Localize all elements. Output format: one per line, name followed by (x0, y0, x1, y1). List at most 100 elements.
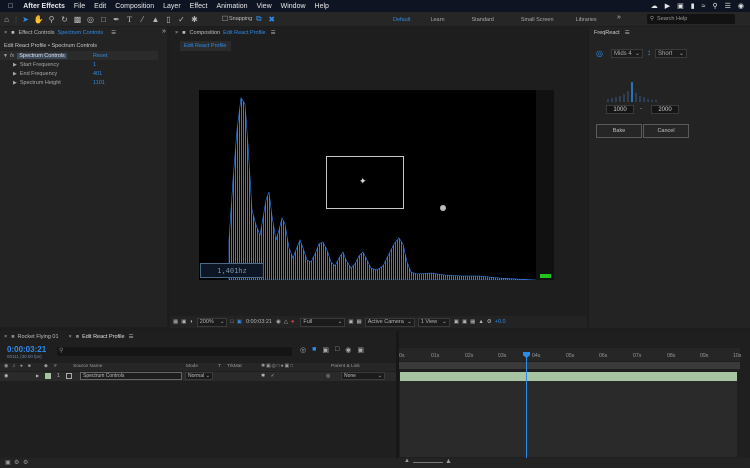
camera-tool-icon[interactable]: ▩ (71, 13, 84, 25)
screen-icon[interactable]: ▣ (677, 2, 684, 10)
safe-zones-icon[interactable]: ▣ (181, 319, 186, 325)
layer-search-input[interactable]: ⚲ (57, 347, 292, 356)
column-source-name[interactable]: Source Name (73, 364, 102, 369)
pickwhip-icon[interactable]: ◎ (326, 373, 330, 379)
zoom-dropdown[interactable]: 200% ⌄ (196, 317, 228, 327)
menu-edit[interactable]: Edit (94, 3, 106, 10)
rectangle-tool-icon[interactable]: □ (97, 13, 110, 25)
band-dropdown[interactable]: Mids 4 ⌄ (611, 49, 643, 58)
menu-window[interactable]: Window (281, 3, 306, 10)
menu-animation[interactable]: Animation (216, 3, 247, 10)
clone-stamp-tool-icon[interactable]: ▲ (149, 13, 162, 25)
low-frequency-input[interactable]: 1000 (606, 105, 634, 114)
zoom-in-icon[interactable]: ▲ (445, 458, 452, 465)
panel-menu-icon[interactable]: ☰ (111, 30, 116, 36)
view-options-icon[interactable]: ◑ (189, 319, 192, 325)
reset-link[interactable]: Reset (93, 53, 107, 59)
zoom-tool-icon[interactable]: ⚲ (45, 13, 58, 25)
pen-tool-icon[interactable]: ✒ (110, 13, 123, 25)
chevron-right-icon[interactable]: ▶ (13, 62, 17, 68)
render-time-icon[interactable]: ▣ (5, 459, 11, 466)
column-t[interactable]: T (218, 364, 221, 369)
zoom-slider[interactable] (413, 462, 443, 463)
effect-row[interactable]: ▼ fx Spectrum Controls Reset (0, 51, 158, 60)
column-mode[interactable]: Mode (186, 364, 198, 369)
transparency-grid-icon[interactable]: ▦ (357, 319, 362, 325)
bake-button[interactable]: Bake (596, 124, 642, 138)
type-tool-icon[interactable]: T (123, 13, 136, 25)
camera-dropdown[interactable]: Active Camera ⌄ (364, 317, 415, 327)
parent-dropdown[interactable]: None ⌄ (341, 372, 385, 380)
effect-controls-tab[interactable]: × ■ Effect Controls Spectrum Controls ☰ (4, 27, 116, 39)
control-center-icon[interactable]: ☰ (725, 2, 731, 10)
layer-switches[interactable]: ✱ ✓ (261, 373, 277, 379)
workspace-small-screen[interactable]: Small Screen (521, 17, 554, 23)
close-icon[interactable]: × (175, 30, 178, 36)
zoom-out-icon[interactable]: ▲ (404, 458, 410, 464)
comp-flowchart-icon[interactable]: ◎ (300, 346, 306, 354)
property-value[interactable]: 1101 (93, 80, 105, 86)
expand-icon[interactable]: ▼ (3, 53, 8, 59)
play-icon[interactable]: ▶ (665, 2, 670, 10)
search-help-input[interactable]: ⚲ Search Help (647, 14, 735, 24)
draft-3d-icon[interactable]: ■ (312, 346, 316, 354)
selection-tool-icon[interactable]: ➤ (19, 13, 32, 25)
rotate-tool-icon[interactable]: ↻ (58, 13, 71, 25)
timeline-track-area[interactable] (400, 381, 737, 457)
tab-edit-react-profile[interactable]: Edit React Profile (82, 334, 125, 340)
workspace-standard[interactable]: Standard (472, 17, 494, 23)
menu-composition[interactable]: Composition (115, 3, 154, 10)
panel-menu-icon[interactable]: ☰ (625, 30, 630, 36)
menu-view[interactable]: View (257, 3, 272, 10)
menu-file[interactable]: File (74, 3, 85, 10)
fit-icon[interactable]: □ (230, 319, 233, 325)
resolution-dropdown[interactable]: Full ⌄ (300, 317, 346, 327)
eye-icon[interactable]: ◉ (4, 364, 8, 369)
menu-effect[interactable]: Effect (190, 3, 208, 10)
layer-name-field[interactable]: Spectrum Controls (80, 372, 182, 380)
property-row[interactable]: ▶ Start Frequency 1 (0, 60, 158, 69)
views-dropdown[interactable]: 1 View ⌄ (417, 317, 450, 327)
effect-name[interactable]: Spectrum Controls (17, 52, 67, 59)
label-color-swatch[interactable] (45, 373, 51, 379)
home-icon[interactable]: ⌂ (0, 13, 13, 25)
toggle-icon[interactable]: ▣ (454, 319, 459, 325)
channel-icon[interactable]: ● (291, 319, 294, 325)
label-icon[interactable]: ◆ (44, 364, 48, 369)
panel-menu-icon[interactable]: ☰ (271, 30, 276, 36)
region-of-interest-icon[interactable]: ▣ (348, 319, 353, 325)
roto-brush-tool-icon[interactable]: ✓ (175, 13, 188, 25)
property-row[interactable]: ▶ Spectrum Height 1101 (0, 78, 158, 87)
lock-icon[interactable]: ■ (11, 30, 14, 36)
workspace-learn[interactable]: Learn (430, 17, 444, 23)
draft-3d-icon[interactable]: ▦ (470, 319, 475, 325)
motion-blur-icon[interactable]: ◉ (345, 346, 351, 354)
layer-mode-dropdown[interactable]: Normal ⌄ (185, 372, 213, 380)
panel-menu-icon[interactable]: ☰ (129, 334, 134, 340)
grid-icon[interactable]: ▦ (173, 319, 178, 325)
playhead-line[interactable] (526, 356, 527, 458)
switches-icon[interactable]: ✱▣◎□●▣□ (261, 364, 294, 369)
lock-icon[interactable]: ■ (182, 30, 185, 36)
shy-layers-icon[interactable]: ▣ (322, 346, 329, 354)
pan-behind-tool-icon[interactable]: ◎ (84, 13, 97, 25)
composition-viewer[interactable]: 1,401hz ✦ (199, 90, 550, 281)
app-menu[interactable]: After Effects (23, 3, 65, 10)
frame-blending-icon[interactable]: □ (335, 346, 339, 354)
search-icon[interactable]: ⚲ (712, 2, 717, 10)
close-icon[interactable]: × (4, 30, 7, 36)
anchor-point-handle[interactable]: ✦ (359, 176, 367, 187)
workspace-overflow-icon[interactable]: » (617, 14, 621, 21)
brush-tool-icon[interactable]: ⁄ (136, 13, 149, 25)
puppet-tool-icon[interactable]: ✱ (188, 13, 201, 25)
timeline-icon[interactable]: ▣ (462, 319, 467, 325)
cancel-button[interactable]: Cancel (643, 124, 689, 138)
property-value[interactable]: 401 (93, 71, 102, 77)
composition-tab[interactable]: × ■ Composition Edit React Profile ☰ (175, 27, 276, 39)
column-trkmat[interactable]: TrkMat (227, 364, 242, 369)
property-value[interactable]: 1 (93, 62, 96, 68)
comp-timecode[interactable]: 0:00:03:21 (246, 319, 272, 325)
layer-duration-bar[interactable] (400, 372, 737, 381)
workspace-libraries[interactable]: Libraries (576, 17, 597, 23)
high-frequency-input[interactable]: 2000 (651, 105, 679, 114)
